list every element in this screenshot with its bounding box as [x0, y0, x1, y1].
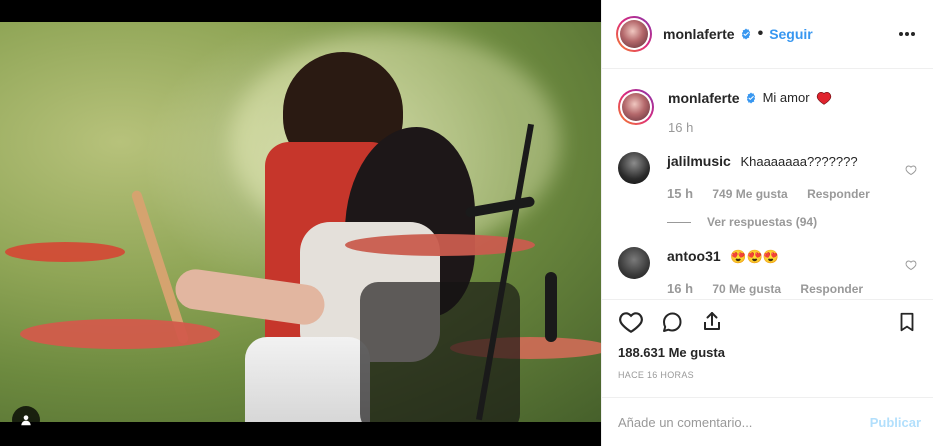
comment-likes[interactable]: 749 Me gusta [712, 187, 787, 201]
separator-dot: • [757, 25, 764, 42]
share-icon[interactable] [700, 310, 724, 334]
bookmark-icon[interactable] [896, 310, 918, 334]
replies-divider [667, 221, 691, 223]
user-tag-icon [21, 415, 31, 426]
comment-icon[interactable] [659, 310, 685, 334]
more-options-icon [899, 32, 915, 36]
publish-button[interactable]: Publicar [870, 415, 921, 430]
caption-username[interactable]: monlaferte [668, 89, 740, 107]
verified-badge-icon [741, 28, 750, 40]
comments-list[interactable]: monlaferte Mi amor 16 h jalilmusic Khaaa… [602, 69, 933, 299]
likes-count[interactable]: 188.631 Me gusta [618, 345, 725, 360]
comment-username[interactable]: jalilmusic [667, 153, 731, 169]
reply-button[interactable]: Responder [800, 282, 863, 296]
follow-button[interactable]: Seguir [769, 26, 813, 42]
author-avatar[interactable] [616, 16, 652, 52]
post-photo[interactable] [0, 22, 601, 422]
comment-likes[interactable]: 70 Me gusta [712, 282, 781, 296]
cymbal-left [5, 242, 125, 262]
comment-item: antoo31 😍😍😍 16 h 70 Me gusta Responder [618, 247, 917, 298]
action-icons [618, 310, 918, 340]
view-replies-button[interactable]: Ver respuestas (94) [707, 213, 817, 231]
post-actions: 188.631 Me gusta HACE 16 HORAS [602, 299, 933, 380]
cymbal-low [20, 319, 220, 349]
caption-text: Mi amor [762, 90, 810, 105]
user-tag-button[interactable] [12, 406, 40, 434]
verified-badge-icon [746, 92, 755, 104]
heart-icon[interactable] [618, 310, 644, 334]
post-media[interactable] [0, 0, 601, 446]
author-avatar-image [620, 20, 648, 48]
post-time-ago: HACE 16 HORAS [618, 370, 694, 380]
comment-time: 15 h [667, 186, 694, 201]
comment-text: Khaaaaaaa??????? [740, 154, 858, 169]
comment-avatar[interactable] [618, 247, 650, 279]
comment-text: 😍😍😍 [730, 249, 779, 264]
caption-avatar[interactable] [618, 89, 654, 125]
caption-avatar-image [622, 93, 650, 121]
comment-username[interactable]: antoo31 [667, 248, 721, 264]
more-options-button[interactable] [895, 22, 919, 46]
caption-item: monlaferte Mi amor 16 h [618, 89, 917, 137]
instagram-post-modal: monlaferte • Seguir monlaferte Mi amor 1… [0, 0, 933, 446]
comment-avatar[interactable] [618, 152, 650, 184]
post-header: monlaferte • Seguir [602, 0, 933, 69]
drum-body [245, 337, 370, 422]
red-heart-emoji-icon [816, 91, 831, 105]
add-comment-input[interactable]: Añade un comentario... [618, 415, 752, 430]
comment-time: 16 h [667, 281, 694, 296]
add-comment-bar: Añade un comentario... Publicar [602, 397, 933, 446]
comment-item: jalilmusic Khaaaaaaa??????? 15 h 749 Me … [618, 152, 917, 231]
post-panel: monlaferte • Seguir monlaferte Mi amor 1… [601, 0, 933, 446]
mic-2 [545, 272, 557, 342]
comment-like-heart-icon[interactable] [905, 164, 917, 176]
reply-button[interactable]: Responder [807, 187, 870, 201]
author-username[interactable]: monlaferte [663, 26, 735, 42]
comment-like-heart-icon[interactable] [905, 259, 917, 271]
caption-time: 16 h [668, 120, 694, 135]
